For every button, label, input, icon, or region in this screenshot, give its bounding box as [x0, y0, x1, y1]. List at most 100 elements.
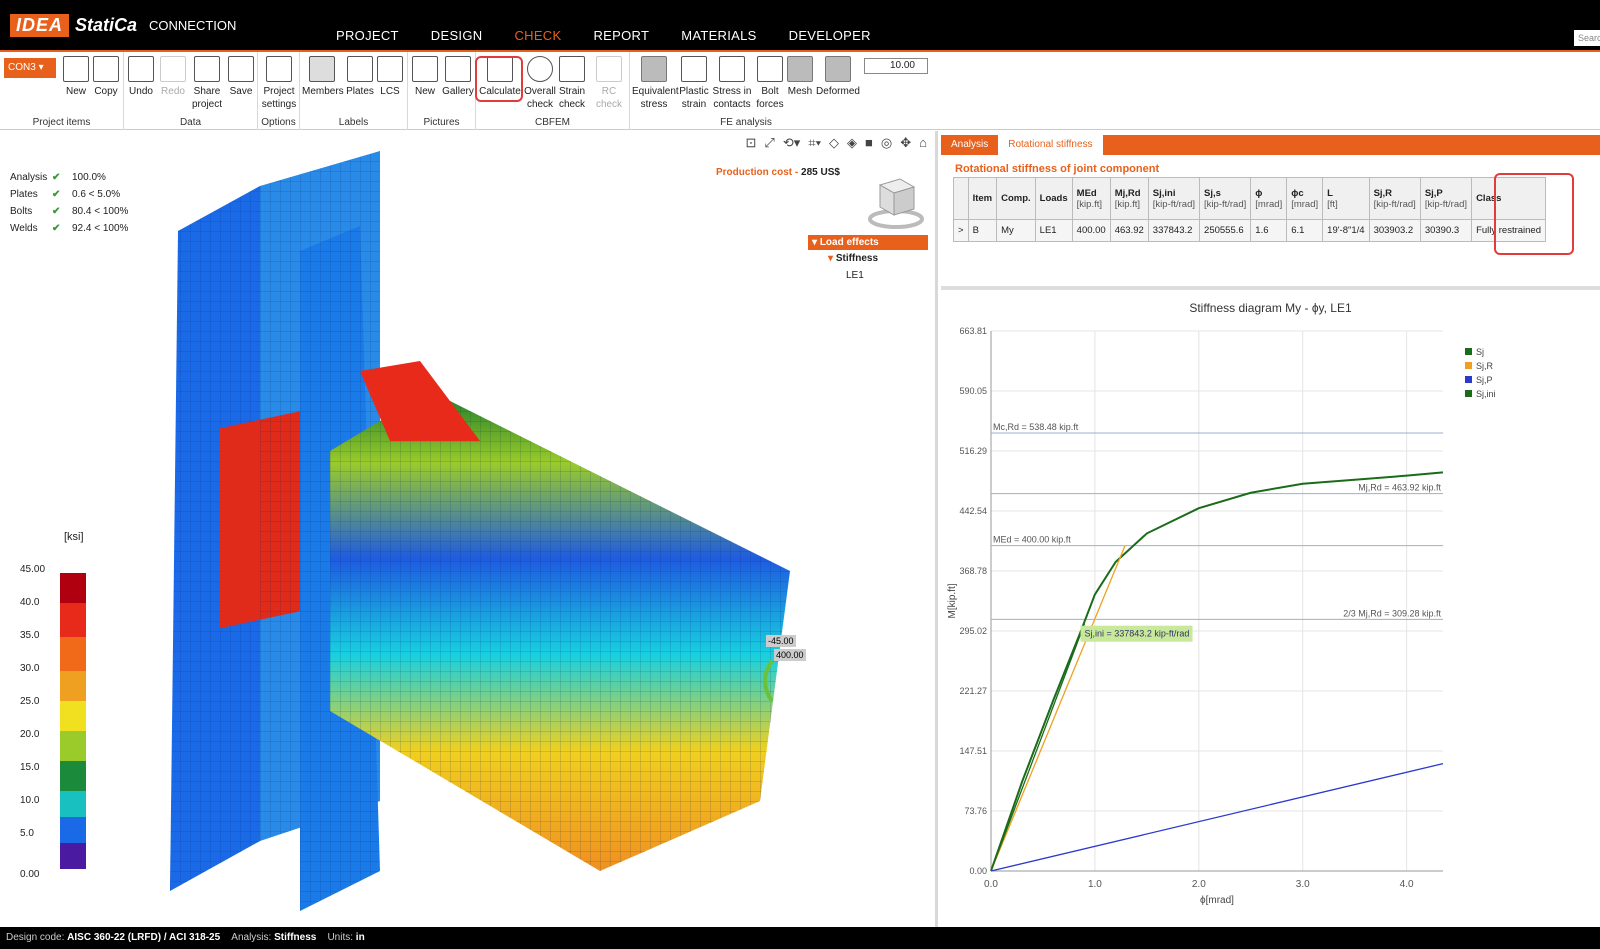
deformation-scale-input[interactable]: 10.00: [864, 58, 928, 74]
lcs-button[interactable]: LCS: [376, 56, 404, 98]
legend-tick: 40.0: [20, 597, 40, 608]
y-tick-label: 0.00: [969, 866, 987, 876]
header-label: Sj,s: [1204, 187, 1221, 199]
view-filled-icon[interactable]: ■: [865, 135, 873, 151]
gallery-button[interactable]: Gallery: [442, 56, 474, 98]
group-label: Data: [179, 117, 202, 128]
bolt-forces-button[interactable]: Bolt forces: [754, 56, 786, 111]
rotate-icon[interactable]: ⟲▾: [783, 135, 800, 151]
table-cell: 303903.2: [1368, 219, 1421, 242]
group-project-items: CON3 ▾ New Copy Project items: [0, 52, 124, 130]
deformed-button[interactable]: Deformed: [816, 56, 860, 98]
eye-icon[interactable]: ◎: [881, 135, 892, 151]
stress-legend-bar: [60, 573, 86, 869]
menu-developer[interactable]: DEVELOPER: [773, 28, 887, 49]
axes-icon[interactable]: ✥: [900, 135, 911, 151]
table-cell: 6.1: [1286, 219, 1324, 242]
rc-check-button[interactable]: RC check: [590, 56, 628, 111]
expand-row-icon[interactable]: >: [953, 219, 969, 242]
copy-button[interactable]: Copy: [92, 56, 120, 98]
app-logo: IDEA StatiCa CONNECTION: [10, 14, 236, 37]
tree-le1[interactable]: LE1: [808, 267, 928, 284]
deformed-label: Deformed: [816, 86, 860, 97]
share-project-button[interactable]: Share project: [190, 56, 224, 111]
redo-button[interactable]: Redo: [158, 56, 188, 98]
save-button[interactable]: Save: [226, 56, 256, 98]
tab-analysis[interactable]: Analysis: [941, 135, 998, 155]
header-label: Comp.: [1001, 193, 1031, 204]
column-header: [953, 177, 969, 220]
stress-contacts-button[interactable]: Stress in contacts: [712, 56, 752, 111]
reference-line-label: MEd = 400.00 kip.ft: [993, 535, 1071, 545]
brand-statica: StatiCa: [75, 15, 138, 35]
pic-new-label: New: [414, 86, 435, 97]
zoom-fit-icon[interactable]: ⊡: [746, 135, 757, 151]
check-row-plates: Plates ✔ 0.6 < 5.0%: [10, 186, 128, 203]
legend-tick: 5.0: [20, 828, 34, 839]
view-box-icon[interactable]: ◇: [829, 135, 839, 151]
check-value: 92.4 < 100%: [72, 223, 129, 234]
view-solid-icon[interactable]: ◈: [847, 135, 857, 151]
project-settings-button[interactable]: Project settings: [260, 56, 298, 111]
check-name: Bolts: [10, 206, 33, 217]
group-fe-analysis: Equivalent stress Plastic strain Stress …: [630, 52, 862, 130]
view-cube-icon[interactable]: [866, 171, 926, 231]
tab-rotational-stiffness[interactable]: Rotational stiffness: [998, 135, 1103, 155]
undo-icon: [128, 56, 154, 82]
y-tick-label: 442.54: [959, 506, 987, 516]
equivalent-stress-button[interactable]: Equivalent stress: [632, 56, 679, 111]
legend-tick: 30.0: [20, 663, 40, 674]
tree-load-effects[interactable]: ▾ Load effects: [808, 235, 928, 250]
menu-check[interactable]: CHECK: [498, 28, 578, 55]
save-label: Save: [229, 86, 253, 97]
3d-viewport[interactable]: ⊡ ⤢ ⟲▾ ⌗▾ ◇ ◈ ■ ◎ ✥ ⌂ Analysis ✔ 100.0% Pl…: [0, 131, 938, 927]
status-units-label: Units:: [327, 932, 354, 943]
overall-check-button[interactable]: Overall check: [524, 56, 556, 111]
bolt-icon: [757, 56, 783, 82]
legend-tick: 10.0: [20, 795, 40, 806]
tree-leaf-label: LE1: [846, 270, 864, 281]
connection-select[interactable]: CON3 ▾: [4, 58, 56, 78]
new-picture-button[interactable]: New: [410, 56, 440, 98]
menu-project[interactable]: PROJECT: [320, 28, 415, 49]
check-value: 80.4 < 100%: [72, 206, 129, 217]
new-item-button[interactable]: New: [62, 56, 90, 98]
header-label: ϕ: [1255, 187, 1263, 199]
chart-title: Stiffness diagram My - ϕy, LE1: [1189, 301, 1352, 315]
header-unit: [mrad]: [1291, 198, 1319, 210]
undo-button[interactable]: Undo: [126, 56, 156, 98]
plates-icon: [347, 56, 373, 82]
gallery-icon: [445, 56, 471, 82]
menu-design[interactable]: DESIGN: [415, 28, 499, 49]
picture-icon: [412, 56, 438, 82]
plastic-strain-button[interactable]: Plastic strain: [678, 56, 710, 111]
strain-check-button[interactable]: Strain check: [556, 56, 588, 111]
section-icon[interactable]: ⌗▾: [808, 135, 821, 151]
search-input[interactable]: Searc: [1574, 30, 1600, 46]
mesh-button[interactable]: Mesh: [786, 56, 814, 98]
stiffness-table: Item Comp. Loads MEd [kip.ft] Mj,Rd [kip.ft] Sj…: [953, 177, 1547, 242]
y-tick-label: 663.81: [959, 326, 987, 336]
mesh-icon: [787, 56, 813, 82]
legend-label: Sj,P: [1476, 375, 1493, 385]
panel-splitter[interactable]: [941, 286, 1600, 290]
fe-model-view[interactable]: -45.00 400.00: [160, 151, 810, 931]
ribbon: CON3 ▾ New Copy Project items Undo Redo …: [0, 50, 1600, 130]
column-header: ϕc [mrad]: [1286, 177, 1324, 220]
members-button[interactable]: Members: [302, 56, 344, 98]
y-tick-label: 590.05: [959, 386, 987, 396]
menu-report[interactable]: REPORT: [577, 28, 665, 49]
fullscreen-icon[interactable]: ⤢: [764, 135, 774, 151]
lcs-label: LCS: [380, 86, 400, 97]
y-tick-label: 368.78: [959, 566, 987, 576]
class-highlight: [1494, 173, 1574, 255]
tree-stiffness[interactable]: ▾ Stiffness: [808, 250, 928, 267]
header-unit: [kip.ft]: [1076, 198, 1102, 210]
table-row[interactable]: > B My LE1 400.00 463.92 337843.2 250555.6 1.6 6.…: [953, 219, 1547, 242]
menu-materials[interactable]: MATERIALS: [665, 28, 772, 49]
home-icon[interactable]: ⌂: [919, 135, 927, 151]
plates-button[interactable]: Plates: [346, 56, 374, 98]
legend-tick: 0.00: [20, 869, 40, 880]
table-cell: B: [967, 219, 998, 242]
calculate-highlight: [475, 56, 523, 102]
